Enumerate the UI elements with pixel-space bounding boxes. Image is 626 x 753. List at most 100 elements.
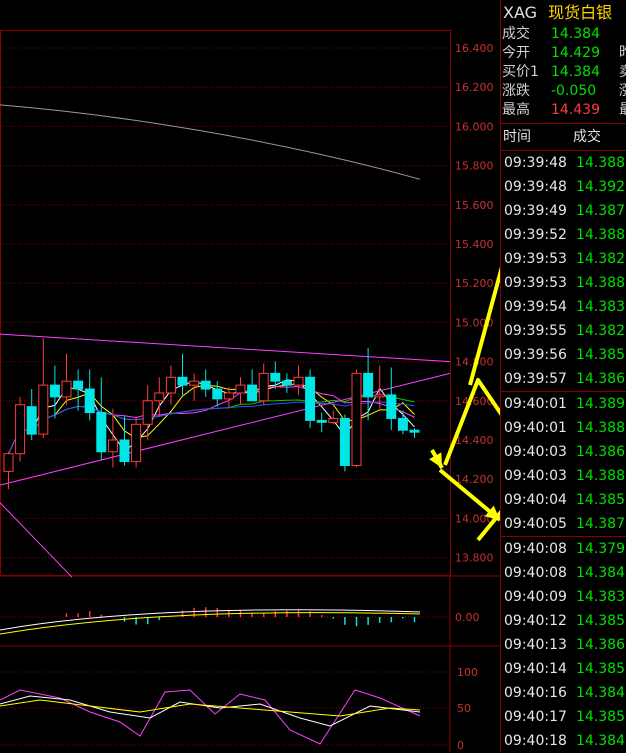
tick-row: 09:40:05 14.387 bbox=[501, 512, 626, 536]
tick-row: 09:40:08 14.384 bbox=[501, 561, 626, 585]
price-tick-label: 16.000 bbox=[455, 120, 494, 133]
candle-body bbox=[386, 394, 397, 419]
tick-row: 09:39:53 14.382 bbox=[501, 247, 626, 271]
candle-body bbox=[409, 429, 420, 433]
candle-body bbox=[84, 388, 95, 414]
tick-price: 14.382 bbox=[576, 323, 625, 339]
tick-time: 09:39:57 bbox=[504, 371, 567, 387]
kline-chart[interactable]: 16.400 16.200 16.000 15.800 15.600 15.400 15.2… bbox=[0, 0, 500, 752]
candle-body bbox=[328, 417, 339, 423]
quote-row: 涨跌 -0.050 涨 bbox=[501, 82, 626, 101]
tick-time: 09:40:13 bbox=[504, 637, 567, 653]
quote-side-label: 昨 bbox=[619, 44, 626, 63]
tick-time: 09:39:49 bbox=[504, 203, 567, 219]
candle-body bbox=[235, 384, 246, 394]
tick-price: 14.388 bbox=[576, 155, 625, 171]
tick-price: 14.385 bbox=[576, 613, 625, 629]
tick-time: 09:40:01 bbox=[504, 420, 567, 436]
tick-price: 14.388 bbox=[576, 468, 625, 484]
tick-time: 09:40:01 bbox=[504, 396, 567, 412]
kdj-axis-label: 0 bbox=[457, 739, 464, 752]
candle-body bbox=[374, 394, 385, 398]
tick-time: 09:40:03 bbox=[504, 444, 567, 460]
tick-row: 09:40:01 14.389 bbox=[501, 391, 626, 416]
annotation-arrows bbox=[429, 266, 500, 542]
tick-row: 09:40:17 14.385 bbox=[501, 705, 626, 729]
price-tick-label: 15.200 bbox=[455, 277, 494, 290]
instrument-name: 现货白银 bbox=[548, 3, 613, 22]
candle-body bbox=[142, 400, 153, 425]
tick-time: 09:40:04 bbox=[504, 492, 567, 508]
candle-body bbox=[177, 376, 188, 386]
tick-price: 14.385 bbox=[576, 709, 625, 725]
quote-row: 最高 14.439 最 bbox=[501, 101, 626, 120]
ticks-header: 时间 成交 bbox=[501, 123, 626, 151]
instrument-symbol: XAG bbox=[503, 3, 538, 22]
candle-body bbox=[38, 384, 49, 435]
quote-value: 14.384 bbox=[551, 64, 600, 80]
price-tick-label: 13.800 bbox=[455, 552, 494, 565]
candle-body bbox=[351, 372, 362, 466]
tick-time: 09:40:03 bbox=[504, 468, 567, 484]
candle-body bbox=[49, 384, 60, 398]
quote-value: 14.384 bbox=[551, 26, 600, 42]
tick-row: 09:39:49 14.387 bbox=[501, 199, 626, 223]
price-tick-label: 14.200 bbox=[455, 473, 494, 486]
tick-row: 09:39:54 14.383 bbox=[501, 295, 626, 319]
tick-row: 09:40:13 14.386 bbox=[501, 633, 626, 657]
ma-line-gray bbox=[0, 104, 421, 180]
indicator-lines bbox=[0, 104, 451, 578]
candle-body bbox=[119, 439, 130, 463]
macd-panel: 0.00 bbox=[0, 607, 480, 635]
quote-list: 成交 14.384 今开 14.429 昨买价1 14.384 卖涨跌 -0.0… bbox=[501, 25, 626, 120]
tick-row: 09:40:14 14.385 bbox=[501, 657, 626, 681]
tick-price: 14.384 bbox=[576, 565, 625, 581]
candle-body bbox=[107, 439, 118, 453]
tick-time: 09:40:08 bbox=[504, 541, 567, 557]
candle-body bbox=[212, 388, 223, 400]
candle-body bbox=[363, 372, 374, 398]
tick-time: 09:40:09 bbox=[504, 589, 567, 605]
tick-price: 14.387 bbox=[576, 203, 625, 219]
tick-price: 14.388 bbox=[576, 275, 625, 291]
kdj-axis-label: 50 bbox=[457, 702, 471, 715]
tick-row: 09:39:56 14.385 bbox=[501, 343, 626, 367]
tick-row: 09:39:53 14.388 bbox=[501, 271, 626, 295]
kdj-j-line bbox=[0, 689, 421, 745]
tick-row: 09:40:04 14.385 bbox=[501, 488, 626, 512]
price-tick-label: 14.400 bbox=[455, 434, 494, 447]
kdj-axis-label: 100 bbox=[457, 666, 478, 679]
tick-time: 09:40:12 bbox=[504, 613, 567, 629]
tick-price: 14.389 bbox=[576, 396, 625, 412]
tick-row: 09:40:16 14.384 bbox=[501, 681, 626, 705]
price-tick-label: 15.600 bbox=[455, 199, 494, 212]
tick-price: 14.379 bbox=[576, 541, 625, 557]
tick-row: 09:40:08 14.379 bbox=[501, 536, 626, 561]
tick-time: 09:40:14 bbox=[504, 661, 567, 677]
candle-body bbox=[154, 392, 165, 402]
candle-body bbox=[339, 417, 350, 466]
tick-price: 14.388 bbox=[576, 227, 625, 243]
tick-row: 09:40:01 14.388 bbox=[501, 416, 626, 440]
tick-time: 09:40:18 bbox=[504, 733, 567, 749]
candle-body bbox=[397, 417, 408, 431]
tick-list[interactable]: 09:39:48 14.388 09:39:48 14.392 09:39:49 1… bbox=[501, 151, 626, 753]
candle-body bbox=[247, 384, 258, 402]
tick-time: 09:40:17 bbox=[504, 709, 567, 725]
tick-price: 14.384 bbox=[576, 685, 625, 701]
quote-side-label: 卖 bbox=[619, 63, 626, 82]
tick-price: 14.387 bbox=[576, 516, 625, 532]
tick-time: 09:40:16 bbox=[504, 685, 567, 701]
tick-price: 14.385 bbox=[576, 347, 625, 363]
tick-price: 14.383 bbox=[576, 299, 625, 315]
tick-row: 09:39:52 14.388 bbox=[501, 223, 626, 247]
tick-row: 09:39:48 14.392 bbox=[501, 175, 626, 199]
candle-body bbox=[73, 380, 84, 390]
tick-price: 14.386 bbox=[576, 371, 625, 387]
ticks-header-time: 时间 bbox=[503, 129, 531, 145]
quote-label: 买价1 bbox=[502, 64, 539, 80]
candle-body bbox=[165, 376, 176, 394]
candle-body bbox=[258, 372, 269, 402]
quote-row: 成交 14.384 bbox=[501, 25, 626, 44]
kdj-panel: 100 50 0 bbox=[0, 666, 478, 752]
